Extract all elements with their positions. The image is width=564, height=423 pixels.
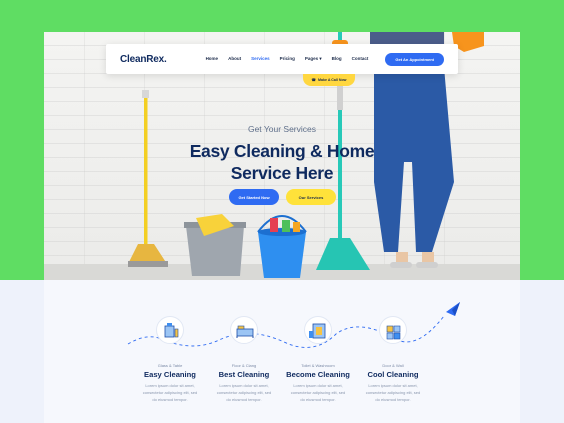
nav-link-home[interactable]: Home — [206, 56, 219, 62]
nav-link-contact[interactable]: Contact — [352, 56, 369, 62]
paper-plane-icon — [446, 302, 460, 316]
nav-link-services[interactable]: Services — [251, 56, 270, 62]
services-section: Glass & Table Easy Cleaning Lorem ipsum … — [44, 280, 520, 423]
door-wall-icon — [379, 316, 407, 344]
service-description: Lorem ipsum dolor sit amet, consectetur … — [365, 383, 421, 402]
service-category: Door & Wall — [382, 363, 404, 368]
nav-link-blog[interactable]: Blog — [332, 56, 342, 62]
blue-bucket — [258, 232, 306, 278]
nav-link-pages[interactable]: Pages ▾ — [305, 56, 322, 62]
hero-title: Easy Cleaning & Home Service Here — [164, 140, 400, 184]
nav-link-about[interactable]: About — [228, 56, 241, 62]
service-title: Cool Cleaning — [367, 370, 419, 379]
washroom-icon — [304, 316, 332, 344]
phone-icon: ☎ — [311, 78, 316, 82]
hero-subtitle: Get Your Services — [247, 124, 317, 134]
nav-link-pricing[interactable]: Pricing — [280, 56, 295, 62]
top-navigation: CleanRex. Home About Services Pricing Pa… — [106, 44, 458, 74]
chevron-down-icon: ▾ — [319, 56, 322, 61]
grey-bucket — [186, 226, 244, 276]
nav-link-pages-label: Pages — [304, 56, 319, 61]
get-appointment-button[interactable]: Get An Appointment — [385, 52, 444, 66]
landing-page: CleanRex. Home About Services Pricing Pa… — [44, 32, 520, 423]
make-call-label: Make A Call Now — [317, 78, 347, 82]
mop-handle — [144, 94, 148, 246]
get-started-button[interactable]: Get Started Now — [229, 189, 279, 205]
our-services-button[interactable]: Our Services — [286, 189, 336, 205]
bed-cleaning-icon — [230, 316, 258, 344]
nav-links: Home About Services Pricing Pages ▾ Blog… — [206, 56, 369, 62]
make-call-button[interactable]: ☎ Make A Call Now — [303, 74, 355, 86]
hero-title-line-1: Easy Cleaning & Home — [189, 141, 375, 161]
hero-title-line-2: Service Here — [230, 163, 334, 183]
hero-section: CleanRex. Home About Services Pricing Pa… — [44, 32, 520, 280]
brand-logo[interactable]: CleanRex. — [120, 54, 167, 65]
window-cleaning-icon — [156, 316, 184, 344]
